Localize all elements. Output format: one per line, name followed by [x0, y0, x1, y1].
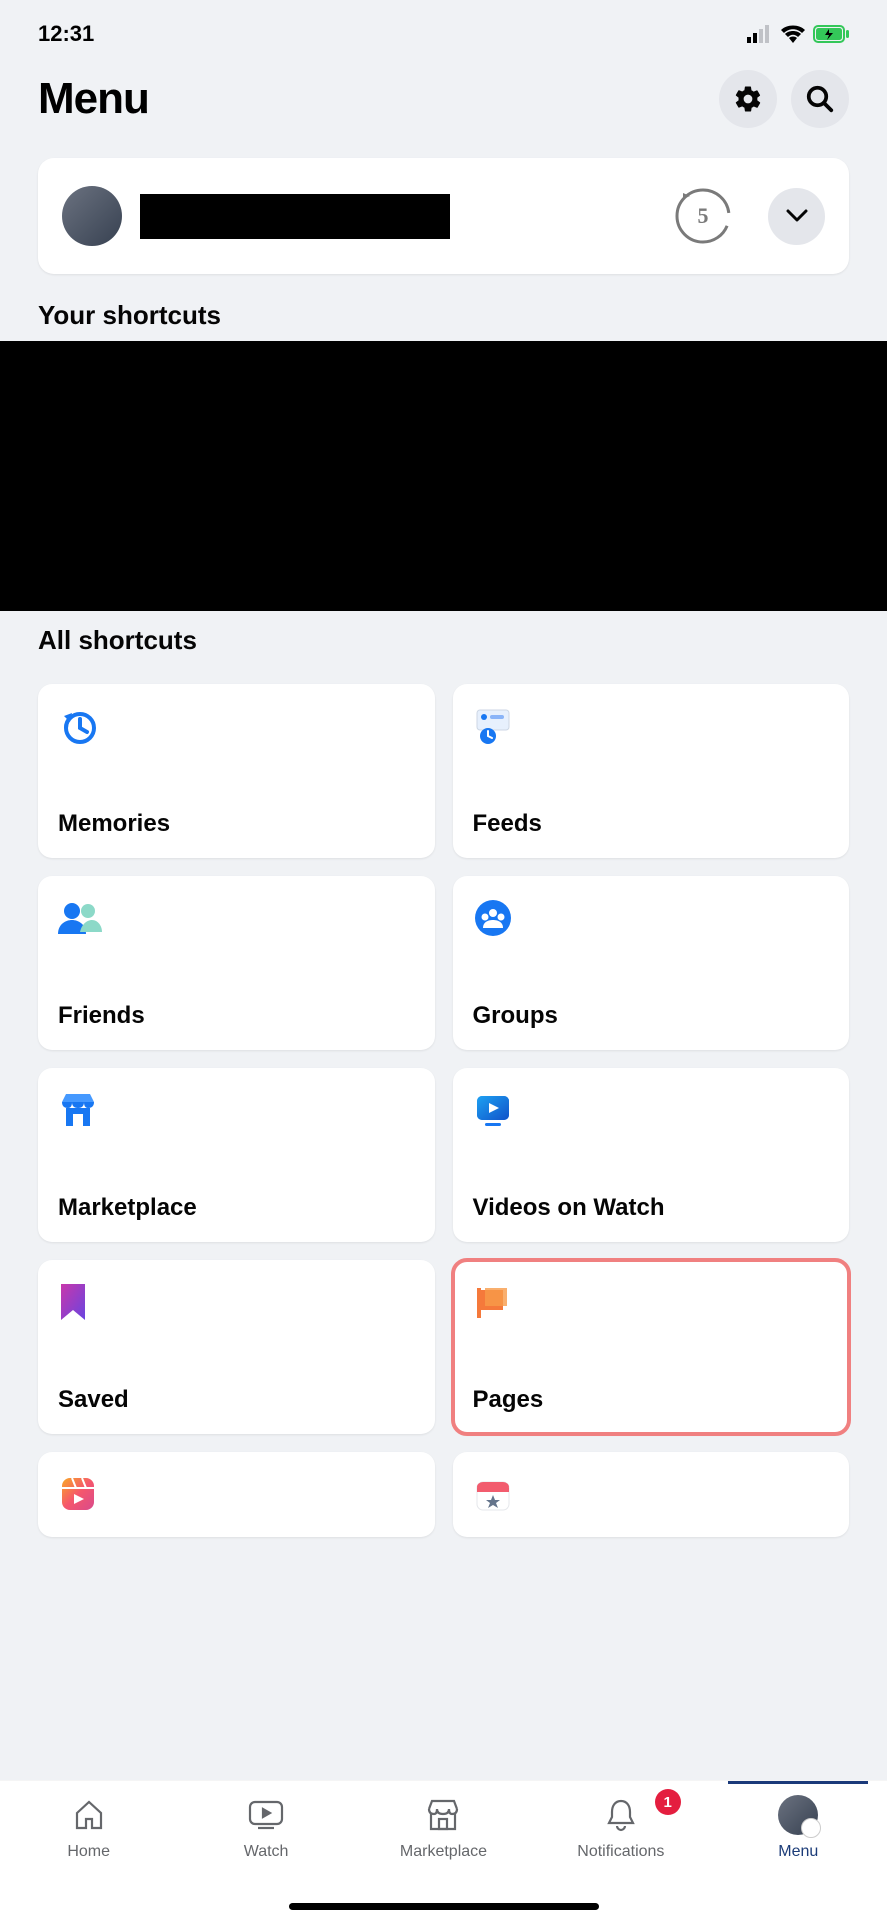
story-ring-icon[interactable]: 5 [674, 187, 732, 245]
bottom-nav: Home Watch Marketplace 1 Notifications M… [0, 1780, 887, 1920]
nav-label: Notifications [577, 1843, 664, 1861]
nav-marketplace[interactable]: Marketplace [364, 1795, 524, 1861]
shortcuts-grid-partial [0, 1434, 887, 1537]
shortcut-label: Marketplace [58, 1194, 415, 1222]
expand-button[interactable] [768, 188, 825, 245]
all-shortcuts-title: All shortcuts [0, 611, 887, 666]
shortcut-label: Pages [473, 1386, 830, 1414]
avatar [62, 186, 122, 246]
marketplace-icon [58, 1090, 98, 1130]
groups-icon [473, 898, 513, 938]
saved-icon [58, 1282, 98, 1322]
status-icons [747, 25, 849, 43]
shortcut-marketplace[interactable]: Marketplace [38, 1068, 435, 1242]
friends-icon [58, 898, 98, 938]
nav-label: Marketplace [400, 1843, 487, 1861]
shortcut-label: Friends [58, 1002, 415, 1030]
shortcut-label: Groups [473, 1002, 830, 1030]
reels-icon [58, 1474, 98, 1514]
bell-icon [601, 1795, 641, 1835]
feeds-icon [473, 706, 513, 746]
battery-charging-icon [813, 25, 849, 43]
gear-icon [733, 84, 763, 114]
your-shortcuts-title: Your shortcuts [0, 294, 887, 341]
shortcut-label: Videos on Watch [473, 1194, 830, 1222]
watch-icon [246, 1795, 286, 1835]
nav-watch[interactable]: Watch [186, 1795, 346, 1861]
shortcut-reels[interactable] [38, 1452, 435, 1537]
search-button[interactable] [791, 70, 849, 128]
cellular-icon [747, 25, 773, 43]
wifi-icon [781, 25, 805, 43]
your-shortcuts-strip[interactable] [0, 341, 887, 611]
pages-icon [473, 1282, 513, 1322]
chevron-down-icon [786, 209, 808, 223]
shortcut-videos[interactable]: Videos on Watch [453, 1068, 850, 1242]
shortcut-groups[interactable]: Groups [453, 876, 850, 1050]
shortcut-events[interactable] [453, 1452, 850, 1537]
notification-badge: 1 [655, 1789, 681, 1815]
home-indicator[interactable] [289, 1903, 599, 1910]
settings-button[interactable] [719, 70, 777, 128]
home-icon [69, 1795, 109, 1835]
nav-menu[interactable]: Menu [718, 1795, 878, 1861]
nav-label: Home [67, 1843, 110, 1861]
shortcut-saved[interactable]: Saved [38, 1260, 435, 1434]
shortcut-pages[interactable]: Pages [453, 1260, 850, 1434]
nav-notifications[interactable]: 1 Notifications [541, 1795, 701, 1861]
shortcut-label: Saved [58, 1386, 415, 1414]
shortcut-friends[interactable]: Friends [38, 876, 435, 1050]
shortcut-feeds[interactable]: Feeds [453, 684, 850, 858]
profile-card[interactable]: 5 [38, 158, 849, 274]
shortcuts-grid: Memories Feeds Friends Groups Marketplac… [0, 666, 887, 1434]
profile-name-redacted [140, 194, 450, 239]
events-icon [473, 1474, 513, 1514]
shortcut-label: Feeds [473, 810, 830, 838]
svg-text:5: 5 [698, 203, 709, 228]
active-indicator [728, 1781, 868, 1784]
menu-avatar-icon [778, 1795, 818, 1835]
nav-home[interactable]: Home [9, 1795, 169, 1861]
nav-label: Watch [244, 1843, 289, 1861]
videos-icon [473, 1090, 513, 1130]
search-icon [805, 84, 835, 114]
memories-icon [58, 706, 98, 746]
status-time: 12:31 [38, 21, 94, 47]
status-bar: 12:31 [0, 0, 887, 60]
page-header: Menu [0, 60, 887, 148]
page-title: Menu [38, 74, 149, 124]
shortcut-label: Memories [58, 810, 415, 838]
shortcut-memories[interactable]: Memories [38, 684, 435, 858]
nav-label: Menu [778, 1843, 818, 1861]
marketplace-nav-icon [423, 1795, 463, 1835]
